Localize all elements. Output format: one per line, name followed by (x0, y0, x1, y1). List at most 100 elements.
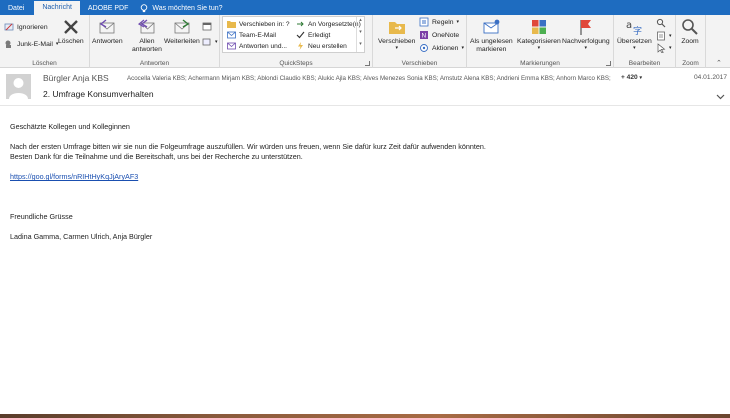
group-label-bearbeiten: Bearbeiten (628, 60, 661, 67)
sender-name[interactable]: Bürgler Anja KBS (43, 73, 109, 83)
tell-me-text: Was möchten Sie tun? (152, 5, 223, 12)
rules-icon (419, 17, 429, 27)
group-markierungen: Als ungelesen markieren Kategorisieren ▾… (467, 15, 614, 68)
tab-adobe-pdf[interactable]: ADOBE PDF (80, 2, 136, 15)
lightbulb-icon (141, 4, 148, 13)
reply-all-icon (136, 17, 158, 37)
chevron-down-icon: ▾ (537, 45, 541, 51)
onenote-button[interactable]: N OneNote (419, 30, 459, 40)
magnifier-icon (679, 17, 701, 37)
chevron-down-icon (716, 94, 725, 100)
zoom-button[interactable]: Zoom (679, 17, 701, 46)
select-button[interactable]: ▾ (656, 43, 672, 53)
message-header: Bürgler Anja KBS Acocella Valeria KBS; A… (0, 68, 730, 106)
chevron-up-icon[interactable]: ▴ (357, 17, 364, 23)
tab-datei[interactable]: Datei (0, 2, 32, 15)
mark-unread-button[interactable]: Als ungelesen markieren (470, 17, 513, 54)
recipients-list[interactable]: Acocella Valeria KBS; Achermann Mirjam K… (127, 75, 617, 82)
reply-button[interactable]: Antworten (92, 17, 123, 46)
chevron-down-icon: ▾ (215, 39, 218, 45)
more-respond-button[interactable]: ▾ (202, 37, 218, 47)
group-loeschen: Ignorieren Junk-E-Mail ▾ Löschen Löschen (0, 15, 90, 68)
group-label-zoom: Zoom (682, 60, 699, 67)
quickstep-done[interactable]: Erledigt (295, 30, 330, 40)
ignore-label: Ignorieren (17, 23, 48, 31)
group-label-loeschen: Löschen (32, 60, 57, 67)
junk-icon (4, 39, 14, 49)
quickstep-team-email[interactable]: Team-E-Mail (226, 30, 276, 40)
collapse-ribbon-button[interactable]: ⌃ (716, 59, 722, 67)
quickstep-move-to[interactable]: Verschieben in: ? (226, 19, 290, 29)
chevron-down-icon: ▾ (669, 33, 672, 39)
more-icon[interactable]: ▾ (357, 41, 364, 47)
group-label-markierungen: Markierungen (520, 60, 560, 67)
group-label-antworten: Antworten (139, 60, 170, 67)
meeting-button[interactable] (202, 21, 212, 31)
chevron-up-icon: ⌃ (716, 60, 722, 67)
mark-unread-label-2: markieren (476, 46, 507, 53)
forward-arrow-icon (295, 19, 305, 29)
chevron-down-icon: ▾ (633, 45, 636, 51)
svg-text:a: a (626, 20, 632, 31)
flag-icon (575, 17, 597, 37)
delete-label: Löschen (58, 38, 84, 45)
recipient-count-label: + 420 (621, 74, 638, 81)
body-signature: Ladina Gamma, Carmen Ulrich, Anja Bürgle… (10, 232, 153, 241)
more-respond-icon (202, 37, 212, 47)
body-greeting: Geschätzte Kollegen und Kolleginnen (10, 122, 130, 131)
reply-all-label-1: Allen (139, 38, 155, 45)
quickstep-label: Erledigt (308, 31, 331, 39)
quickstep-label: Antworten und... (239, 42, 288, 50)
tell-me-box[interactable]: Was möchten Sie tun? (140, 2, 223, 15)
expand-header-button[interactable] (716, 93, 725, 102)
categorize-button[interactable]: Kategorisieren ▾ (517, 17, 561, 51)
folder-icon (226, 19, 236, 29)
quickstep-create-new[interactable]: Neu erstellen (295, 41, 347, 51)
reply-label: Antworten (92, 38, 123, 45)
mark-unread-label-1: Als ungelesen (470, 38, 513, 45)
quicksteps-launcher-icon[interactable] (365, 61, 370, 66)
related-icon (656, 31, 666, 41)
envelope-icon (226, 30, 236, 40)
rules-button[interactable]: Regeln ▾ (419, 17, 459, 27)
find-button[interactable] (656, 18, 666, 28)
survey-link[interactable]: https://goo.gl/forms/nRIHtHyKqJjAryAF3 (10, 172, 138, 181)
markierungen-launcher-icon[interactable] (606, 61, 611, 66)
quicksteps-gallery: Verschieben in: ? Team-E-Mail Antworten … (222, 16, 365, 53)
group-antworten: Antworten Allen antworten Weiterleiten ▾… (90, 15, 220, 68)
group-zoom: Zoom Zoom (676, 15, 706, 68)
forward-button[interactable]: Weiterleiten (164, 17, 200, 46)
delete-button[interactable]: Löschen (58, 17, 84, 46)
taskbar-strip (0, 414, 730, 418)
quicksteps-scroll[interactable]: ▴ ▾ ▾ (356, 17, 364, 52)
svg-text:字: 字 (633, 25, 642, 36)
junk-button[interactable]: Junk-E-Mail ▾ (4, 39, 58, 49)
actions-label: Aktionen (432, 44, 459, 52)
group-verschieben: Verschieben ▾ Regeln ▾ N OneNote Aktione… (373, 15, 467, 68)
quickstep-to-manager[interactable]: An Vorgesetzte(n) (295, 19, 361, 29)
avatar (6, 74, 31, 99)
chevron-down-icon[interactable]: ▾ (357, 29, 364, 35)
followup-button[interactable]: Nachverfolgung ▾ (562, 17, 610, 51)
meeting-icon (202, 21, 212, 31)
ignore-icon (4, 22, 14, 32)
quickstep-reply-delete[interactable]: Antworten und... (226, 41, 287, 51)
reply-all-button[interactable]: Allen antworten (132, 17, 162, 54)
chevron-down-icon: ▾ (456, 19, 460, 25)
onenote-icon: N (419, 30, 429, 40)
actions-icon (419, 43, 429, 53)
translate-button[interactable]: a字 Übersetzen ▾ (617, 17, 652, 51)
tab-nachricht[interactable]: Nachricht (34, 1, 80, 15)
categorize-icon (528, 17, 550, 37)
ignore-button[interactable]: Ignorieren (4, 22, 48, 32)
reply-delete-icon (226, 41, 236, 51)
reply-all-label-2: antworten (132, 46, 162, 53)
onenote-label: OneNote (432, 31, 460, 39)
group-label-verschieben: Verschieben (401, 60, 438, 67)
move-button[interactable]: Verschieben ▾ (378, 17, 415, 51)
actions-button[interactable]: Aktionen ▾ (419, 43, 464, 53)
related-button[interactable]: ▾ (656, 31, 672, 41)
recipient-count[interactable]: + 420 ▾ (621, 74, 642, 81)
